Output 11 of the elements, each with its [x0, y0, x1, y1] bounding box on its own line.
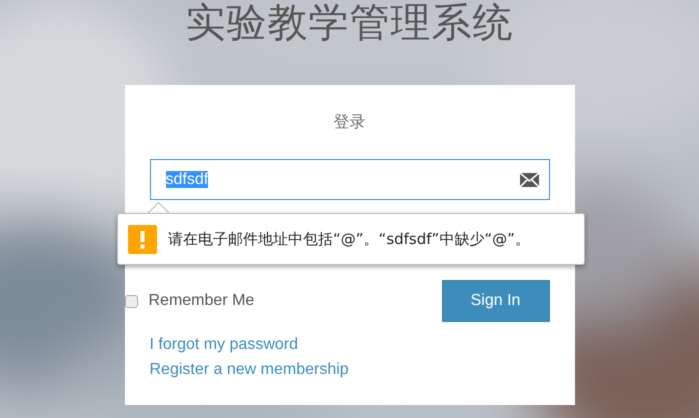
login-heading: 登录: [332, 113, 366, 133]
remember-checkbox[interactable]: [124, 294, 138, 308]
sign-in-button[interactable]: Sign In: [442, 280, 550, 322]
link[interactable]: Register a new membership: [150, 359, 349, 380]
email-field[interactable]: sdfsdf: [150, 159, 550, 200]
warning-icon: [128, 224, 157, 254]
validation-message: 请在电子邮件地址中包括“@”。“sdfsdf”中缺少“@”。: [168, 230, 530, 248]
envelope-icon: [520, 172, 538, 186]
page-title: 实验教学管理系统: [186, 0, 514, 46]
remember-label: Remember Me: [148, 292, 254, 310]
link[interactable]: I forgot my password: [150, 334, 298, 355]
